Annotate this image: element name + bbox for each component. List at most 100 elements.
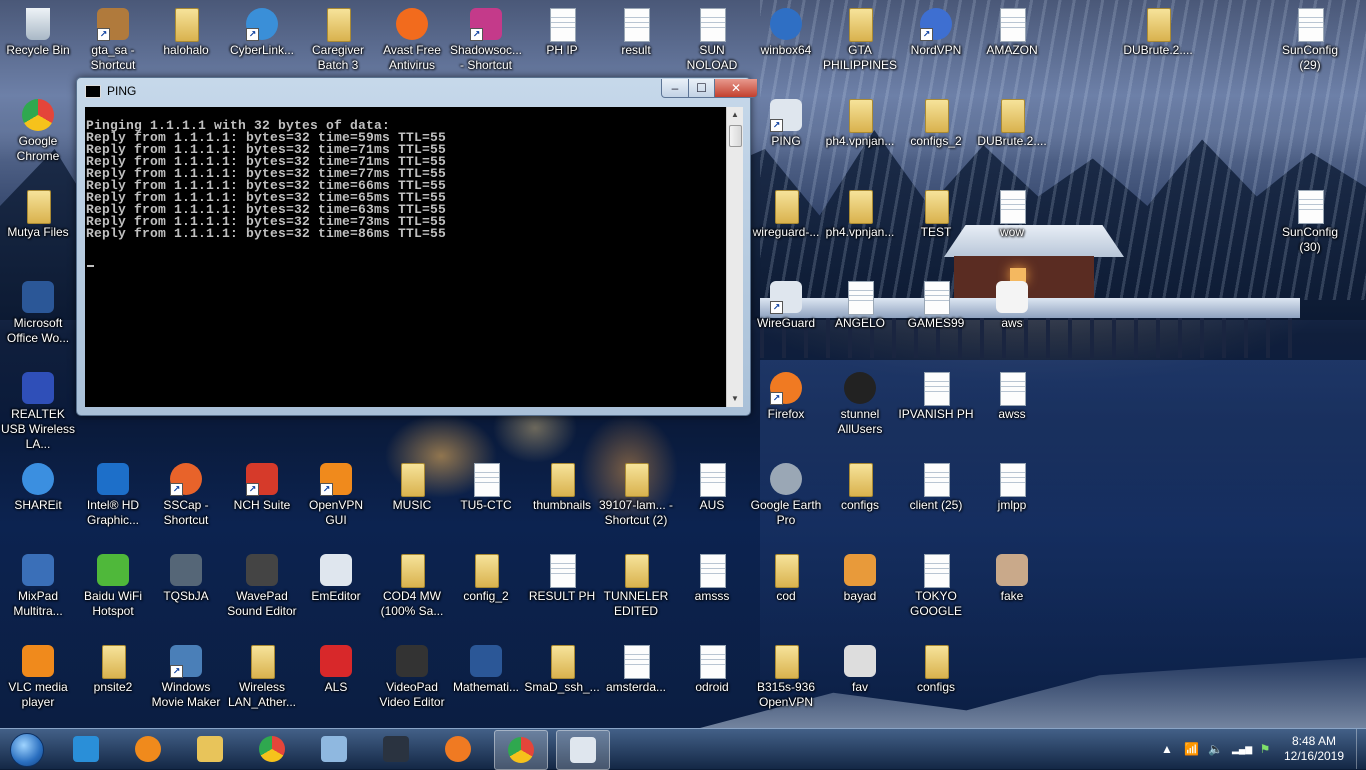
close-button[interactable]: ✕: [714, 79, 758, 98]
desktop-icon[interactable]: COD4 MW (100% Sa...: [374, 548, 450, 634]
desktop-icon[interactable]: ↗ OpenVPN GUI: [298, 457, 374, 543]
desktop-icon[interactable]: ↗ CyberLink...: [224, 2, 300, 88]
desktop-icon[interactable]: ↗ Windows Movie Maker: [148, 639, 224, 725]
desktop-icon[interactable]: amsss: [674, 548, 750, 634]
desktop-icon[interactable]: SUN NOLOAD: [674, 2, 750, 88]
desktop-icon[interactable]: GAMES99: [898, 275, 974, 361]
desktop-icon[interactable]: ANGELO: [822, 275, 898, 361]
console-output-area[interactable]: Pinging 1.1.1.1 with 32 bytes of data: R…: [85, 107, 726, 407]
desktop-icon[interactable]: REALTEK USB Wireless LA...: [0, 366, 76, 452]
desktop-icon[interactable]: TOKYO GOOGLE: [898, 548, 974, 634]
desktop-icon[interactable]: fake: [974, 548, 1050, 634]
desktop-icon[interactable]: configs: [822, 457, 898, 543]
desktop-icon[interactable]: PH IP: [524, 2, 600, 88]
desktop-icon[interactable]: amsterda...: [598, 639, 674, 725]
desktop-icon[interactable]: Mathemati...: [448, 639, 524, 725]
desktop-icon[interactable]: DUBrute.2....: [974, 93, 1050, 179]
desktop-icon[interactable]: stunnel AllUsers: [822, 366, 898, 452]
taskbar-button[interactable]: [246, 730, 298, 768]
desktop-icon[interactable]: bayad: [822, 548, 898, 634]
desktop-icon[interactable]: ↗ Firefox: [748, 366, 824, 452]
desktop-icon[interactable]: Google Earth Pro: [748, 457, 824, 543]
desktop-icon[interactable]: cod: [748, 548, 824, 634]
taskbar-button[interactable]: [308, 730, 360, 768]
desktop-icon[interactable]: winbox64: [748, 2, 824, 88]
desktop-icon[interactable]: SunConfig (30): [1272, 184, 1348, 270]
taskbar-button[interactable]: [556, 730, 610, 770]
desktop-icon[interactable]: thumbnails: [524, 457, 600, 543]
desktop-icon[interactable]: result: [598, 2, 674, 88]
desktop-icon[interactable]: SHAREit: [0, 457, 76, 543]
desktop-icon[interactable]: client (25): [898, 457, 974, 543]
action-center-flag-icon[interactable]: ⚑: [1258, 742, 1272, 756]
desktop-icon[interactable]: Baidu WiFi Hotspot: [75, 548, 151, 634]
desktop-icon[interactable]: WavePad Sound Editor: [224, 548, 300, 634]
desktop-icon[interactable]: TQSbJA: [148, 548, 224, 634]
desktop-icon[interactable]: awss: [974, 366, 1050, 452]
desktop-icon[interactable]: configs_2: [898, 93, 974, 179]
desktop-icon[interactable]: aws: [974, 275, 1050, 361]
desktop-icon[interactable]: wow: [974, 184, 1050, 270]
desktop-icon[interactable]: GTA PHILIPPINES: [822, 2, 898, 88]
desktop-icon[interactable]: IPVANISH PH: [898, 366, 974, 452]
desktop-icon[interactable]: config_2: [448, 548, 524, 634]
taskbar-button[interactable]: [432, 730, 484, 768]
desktop-icon[interactable]: halohalo: [148, 2, 224, 88]
scroll-thumb[interactable]: [729, 125, 742, 147]
desktop-icon[interactable]: ↗ NordVPN: [898, 2, 974, 88]
window-titlebar[interactable]: PING – ☐ ✕: [77, 78, 758, 104]
desktop-icon[interactable]: AUS: [674, 457, 750, 543]
taskbar-button[interactable]: [122, 730, 174, 768]
desktop-icon[interactable]: pnsite2: [75, 639, 151, 725]
desktop-icon[interactable]: ↗ PING: [748, 93, 824, 179]
show-hidden-icons-button[interactable]: ▲: [1160, 742, 1174, 756]
desktop-icon[interactable]: Caregiver Batch 3: [300, 2, 376, 88]
scroll-down-arrow-icon[interactable]: ▼: [727, 391, 743, 407]
desktop-icon[interactable]: Avast Free Antivirus: [374, 2, 450, 88]
desktop-icon[interactable]: odroid: [674, 639, 750, 725]
show-desktop-button[interactable]: [1356, 729, 1366, 769]
desktop-icon[interactable]: ↗ SSCap - Shortcut: [148, 457, 224, 543]
desktop-icon[interactable]: TUNNELER EDITED: [598, 548, 674, 634]
desktop-icon[interactable]: TU5-CTC: [448, 457, 524, 543]
start-button[interactable]: [4, 730, 48, 768]
desktop-icon[interactable]: Recycle Bin: [0, 2, 76, 88]
desktop-icon[interactable]: EmEditor: [298, 548, 374, 634]
maximize-button[interactable]: ☐: [688, 79, 715, 98]
desktop-icon[interactable]: SmaD_ssh_...: [524, 639, 600, 725]
taskbar-button[interactable]: [370, 730, 422, 768]
network-icon[interactable]: 📶: [1184, 742, 1199, 756]
desktop-icon[interactable]: Wireless LAN_Ather...: [224, 639, 300, 725]
taskbar-button[interactable]: [184, 730, 236, 768]
signal-icon[interactable]: ▂▄▆: [1232, 742, 1252, 756]
taskbar-clock[interactable]: 8:48 AM 12/16/2019: [1276, 734, 1352, 764]
scroll-up-arrow-icon[interactable]: ▲: [727, 107, 743, 123]
desktop-icon[interactable]: MixPad Multitra...: [0, 548, 76, 634]
volume-icon[interactable]: 🔈: [1208, 742, 1223, 756]
desktop-icon[interactable]: Intel® HD Graphic...: [75, 457, 151, 543]
desktop-icon[interactable]: ↗ WireGuard: [748, 275, 824, 361]
desktop-icon[interactable]: SunConfig (29): [1272, 2, 1348, 88]
desktop-icon[interactable]: ↗ Shadowsoc... - Shortcut: [448, 2, 524, 88]
desktop-icon[interactable]: TEST: [898, 184, 974, 270]
desktop-icon[interactable]: ↗ NCH Suite: [224, 457, 300, 543]
desktop-icon[interactable]: 39107-lam... - Shortcut (2): [598, 457, 674, 543]
desktop-icon[interactable]: configs: [898, 639, 974, 725]
desktop-icon[interactable]: Microsoft Office Wo...: [0, 275, 76, 361]
desktop-icon[interactable]: ph4.vpnjan...: [822, 93, 898, 179]
minimize-button[interactable]: –: [661, 79, 689, 98]
desktop-icon[interactable]: ALS: [298, 639, 374, 725]
desktop-icon[interactable]: VideoPad Video Editor: [374, 639, 450, 725]
desktop-icon[interactable]: AMAZON: [974, 2, 1050, 88]
desktop-icon[interactable]: fav: [822, 639, 898, 725]
desktop-icon[interactable]: B315s-936 OpenVPN: [748, 639, 824, 725]
desktop-icon[interactable]: wireguard-...: [748, 184, 824, 270]
desktop-icon[interactable]: RESULT PH: [524, 548, 600, 634]
desktop-icon[interactable]: ph4.vpnjan...: [822, 184, 898, 270]
taskbar-button[interactable]: [494, 730, 548, 770]
desktop-icon[interactable]: Mutya Files: [0, 184, 76, 270]
desktop-icon[interactable]: ↗ gta_sa - Shortcut: [75, 2, 151, 88]
desktop-icon[interactable]: Google Chrome: [0, 93, 76, 179]
vertical-scrollbar[interactable]: ▲ ▼: [726, 107, 743, 407]
desktop-icon[interactable]: jmlpp: [974, 457, 1050, 543]
